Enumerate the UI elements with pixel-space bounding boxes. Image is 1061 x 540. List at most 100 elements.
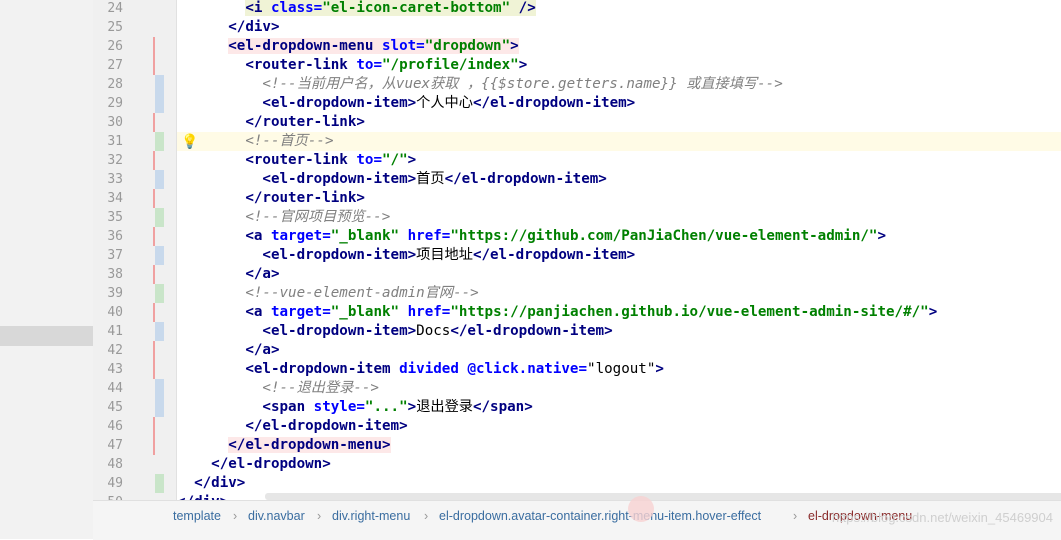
code-line[interactable]: 38 </a> [93, 265, 1061, 284]
project-panel-selected-row[interactable] [0, 326, 93, 346]
code-text[interactable]: </a> [177, 341, 279, 360]
code-line[interactable]: 30 </router-link> [93, 113, 1061, 132]
code-text[interactable]: <!--当前用户名，从vuex获取 ，{{$store.getters.name… [177, 75, 782, 94]
code-tokens: <span style="...">退出登录</span> [262, 399, 532, 415]
code-text[interactable]: <span style="...">退出登录</span> [177, 398, 532, 417]
vcs-change-marker[interactable] [155, 284, 164, 303]
code-line[interactable]: 28 <!--当前用户名，从vuex获取 ，{{$store.getters.n… [93, 75, 1061, 94]
vcs-change-marker[interactable] [153, 37, 155, 56]
code-line[interactable]: 33 <el-dropdown-item>首页</el-dropdown-ite… [93, 170, 1061, 189]
code-text[interactable]: </div> [177, 474, 245, 493]
code-tokens: </el-dropdown-menu> [228, 437, 391, 453]
vcs-change-marker[interactable] [155, 474, 164, 493]
code-tokens: <router-link to="/"> [245, 152, 416, 168]
horizontal-scrollbar[interactable] [265, 493, 1061, 500]
vcs-change-marker[interactable] [153, 227, 155, 246]
vcs-change-marker[interactable] [153, 417, 155, 436]
code-line[interactable]: 42 </a> [93, 341, 1061, 360]
code-line[interactable]: 44 <!--退出登录--> [93, 379, 1061, 398]
vcs-change-marker[interactable] [153, 265, 155, 284]
vcs-change-marker[interactable] [153, 56, 155, 75]
token-tag: </router-link> [245, 190, 365, 206]
code-text[interactable]: <el-dropdown-item>首页</el-dropdown-item> [177, 170, 606, 189]
code-line[interactable]: 26 <el-dropdown-menu slot="dropdown"> [93, 37, 1061, 56]
code-text[interactable]: </router-link> [177, 189, 365, 208]
vcs-change-marker[interactable] [155, 208, 164, 227]
line-number: 34 [107, 191, 123, 206]
code-text[interactable]: <router-link to="/"> [177, 151, 416, 170]
vcs-change-marker[interactable] [155, 246, 164, 265]
code-tokens: <el-dropdown-menu slot="dropdown"> [228, 38, 519, 54]
vcs-change-marker[interactable] [155, 379, 164, 398]
vcs-change-marker[interactable] [153, 303, 155, 322]
token-tag: > [877, 228, 886, 244]
code-line[interactable]: 29 <el-dropdown-item>个人中心</el-dropdown-i… [93, 94, 1061, 113]
vcs-change-marker[interactable] [155, 398, 164, 417]
code-line[interactable]: 48 </el-dropdown> [93, 455, 1061, 474]
token-tag: </div> [228, 19, 280, 35]
code-line[interactable]: 35 <!--官网项目预览--> [93, 208, 1061, 227]
code-text[interactable]: <a target="_blank" href="https://panjiac… [177, 303, 937, 322]
line-number: 26 [107, 39, 123, 54]
watermark-text: https://blog.csdn.net/weixin_45469904 [831, 510, 1053, 525]
code-text[interactable]: </el-dropdown-menu> [177, 436, 391, 455]
code-line[interactable]: 39 <!--vue-element-admin官网--> [93, 284, 1061, 303]
code-text[interactable]: <el-dropdown-item divided @click.native=… [177, 360, 664, 379]
vcs-change-marker[interactable] [155, 322, 164, 341]
vcs-change-marker[interactable] [153, 436, 155, 455]
vcs-change-marker[interactable] [153, 113, 155, 132]
vcs-change-marker[interactable] [155, 94, 164, 113]
code-text[interactable]: <el-dropdown-item>项目地址</el-dropdown-item… [177, 246, 635, 265]
vcs-change-marker[interactable] [155, 132, 164, 151]
code-text[interactable]: <el-dropdown-menu slot="dropdown"> [177, 37, 519, 56]
project-panel[interactable] [0, 0, 93, 539]
code-line[interactable]: 25 </div> [93, 18, 1061, 37]
token-tag: </span> [472, 399, 533, 415]
breadcrumb-item[interactable]: div.navbar [248, 509, 305, 523]
breadcrumb-item[interactable]: el-dropdown.avatar-container.right-menu-… [439, 509, 761, 523]
code-text[interactable]: </el-dropdown-item> [177, 417, 407, 436]
code-line[interactable]: 43 <el-dropdown-item divided @click.nati… [93, 360, 1061, 379]
breadcrumb-item[interactable]: template [173, 509, 221, 523]
code-line[interactable]: 27 <router-link to="/profile/index"> [93, 56, 1061, 75]
code-tokens: <i class="el-icon-caret-bottom" /> [245, 0, 536, 16]
code-text[interactable]: </div> [177, 18, 280, 37]
vcs-change-marker[interactable] [155, 75, 164, 94]
code-line[interactable]: 45 <span style="...">退出登录</span> [93, 398, 1061, 417]
code-line[interactable]: 37 <el-dropdown-item>项目地址</el-dropdown-i… [93, 246, 1061, 265]
code-text[interactable]: <router-link to="/profile/index"> [177, 56, 527, 75]
code-text[interactable]: <a target="_blank" href="https://github.… [177, 227, 886, 246]
vcs-change-marker[interactable] [153, 360, 155, 379]
code-text[interactable]: <el-dropdown-item>Docs</el-dropdown-item… [177, 322, 612, 341]
code-text[interactable]: <!--退出登录--> [177, 379, 379, 398]
code-text[interactable]: </router-link> [177, 113, 365, 132]
token-attr: style= [313, 399, 365, 415]
line-number: 37 [107, 248, 123, 263]
code-text[interactable]: <el-dropdown-item>个人中心</el-dropdown-item… [177, 94, 635, 113]
code-line[interactable]: 24 <i class="el-icon-caret-bottom" /> [93, 0, 1061, 18]
code-line[interactable]: 47 </el-dropdown-menu> [93, 436, 1061, 455]
code-line[interactable]: 46 </el-dropdown-item> [93, 417, 1061, 436]
code-line[interactable]: 32 <router-link to="/"> [93, 151, 1061, 170]
code-text[interactable]: </el-dropdown> [177, 455, 331, 474]
vcs-change-marker[interactable] [153, 341, 155, 360]
breadcrumb-item[interactable]: div.right-menu [332, 509, 410, 523]
code-text[interactable]: </div> [177, 493, 228, 500]
vcs-change-marker[interactable] [155, 170, 164, 189]
code-text[interactable]: <!--vue-element-admin官网--> [177, 284, 478, 303]
code-line[interactable]: 40 <a target="_blank" href="https://panj… [93, 303, 1061, 322]
code-line[interactable]: 34 </router-link> [93, 189, 1061, 208]
code-line[interactable]: 36 <a target="_blank" href="https://gith… [93, 227, 1061, 246]
code-text[interactable]: <!--首页--> [177, 132, 333, 151]
token-tag: <el-dropdown-item [245, 361, 400, 377]
code-editor[interactable]: 24 <i class="el-icon-caret-bottom" /> 25 … [93, 0, 1061, 500]
vcs-change-marker[interactable] [153, 189, 155, 208]
code-text[interactable]: </a> [177, 265, 279, 284]
code-line[interactable]: 49 </div> [93, 474, 1061, 493]
code-text[interactable]: <i class="el-icon-caret-bottom" /> [177, 0, 536, 18]
code-line[interactable]: 31 💡 <!--首页--> [93, 132, 1061, 151]
code-text[interactable]: <!--官网项目预览--> [177, 208, 390, 227]
vcs-change-marker[interactable] [153, 151, 155, 170]
code-line[interactable]: 41 <el-dropdown-item>Docs</el-dropdown-i… [93, 322, 1061, 341]
